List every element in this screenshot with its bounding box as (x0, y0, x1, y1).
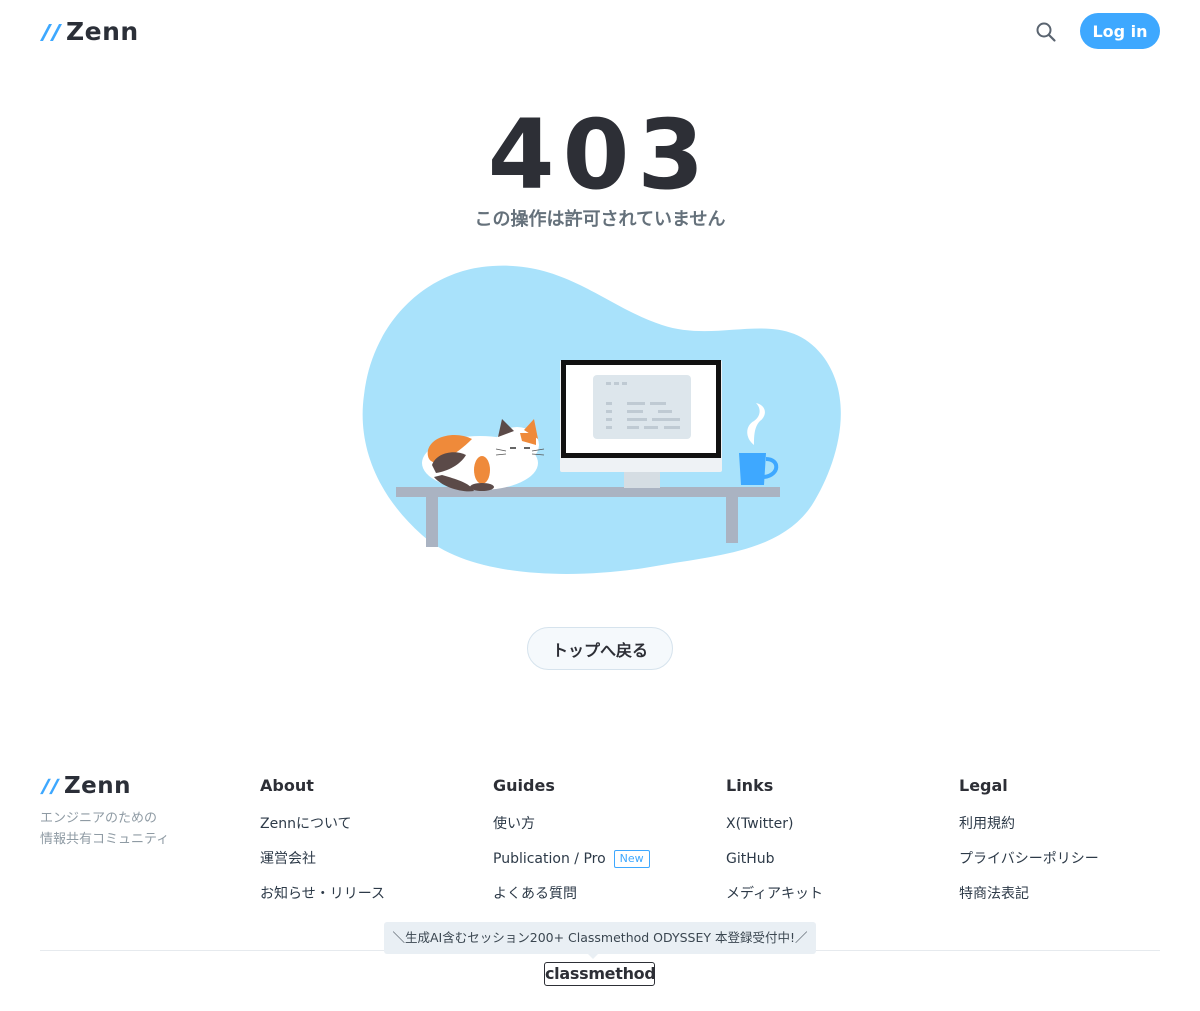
footer-link-terms[interactable]: 利用規約 (959, 814, 1015, 834)
footer-link-how-to-use[interactable]: 使い方 (493, 814, 535, 834)
footer-link-twitter[interactable]: X(Twitter) (726, 814, 793, 834)
zenn-logo[interactable]: Zenn (40, 19, 139, 45)
footer-heading-legal: Legal (959, 776, 1008, 795)
site-header: Zenn Log in (0, 0, 1200, 62)
monitor-stand (624, 470, 660, 488)
footer-column-guides: Guides 使い方 Publication / Pro New よくある質問 (493, 775, 650, 919)
search-icon (1036, 22, 1056, 42)
footer-column-legal: Legal 利用規約 プライバシーポリシー 特商法表記 (959, 775, 1099, 919)
zenn-mark-icon (40, 24, 62, 41)
footer-link-company[interactable]: 運営会社 (260, 849, 316, 869)
footer-logo[interactable]: Zenn (40, 773, 131, 799)
footer-link-faq[interactable]: よくある質問 (493, 884, 577, 904)
odyssey-banner[interactable]: ＼生成AI含むセッション200+ Classmethod ODYSSEY 本登録… (384, 922, 816, 954)
footer-heading-about: About (260, 776, 314, 795)
footer-link-privacy[interactable]: プライバシーポリシー (959, 849, 1099, 869)
footer-heading-links: Links (726, 776, 774, 795)
footer-link-news[interactable]: お知らせ・リリース (260, 884, 385, 904)
footer-link-publication-pro[interactable]: Publication / Pro (493, 849, 606, 869)
desk-leg-left (426, 497, 438, 547)
desk-leg-right (726, 497, 738, 543)
footer-link-commerce-law[interactable]: 特商法表記 (959, 884, 1029, 904)
footer-link-about-zenn[interactable]: Zennについて (260, 814, 352, 834)
banner-pointer (586, 952, 600, 959)
tagline-line-1: エンジニアのための (40, 811, 158, 826)
search-button[interactable] (1034, 20, 1058, 44)
back-to-top-button[interactable]: トップへ戻る (527, 627, 673, 670)
error-message: この操作は許可されていません (474, 209, 726, 230)
logo-text: Zenn (66, 17, 139, 46)
tagline-line-2: 情報共有コミュニティ (40, 832, 170, 847)
footer-logo-text: Zenn (64, 773, 132, 799)
cat-desk-illustration (362, 265, 841, 574)
zenn-mark-icon (40, 778, 60, 795)
footer-link-media-kit[interactable]: メディアキット (726, 884, 823, 904)
footer-column-links: Links X(Twitter) GitHub メディアキット (726, 775, 823, 919)
footer-tagline: エンジニアのための 情報共有コミュニティ (40, 808, 169, 850)
footer-link-github[interactable]: GitHub (726, 849, 775, 869)
footer-column-about: About Zennについて 運営会社 お知らせ・リリース (260, 775, 385, 919)
footer-heading-guides: Guides (493, 776, 555, 795)
error-code: 403 (487, 99, 713, 211)
login-button[interactable]: Log in (1080, 13, 1160, 49)
classmethod-logo[interactable]: classmethod (544, 962, 656, 986)
new-badge: New (613, 850, 650, 868)
